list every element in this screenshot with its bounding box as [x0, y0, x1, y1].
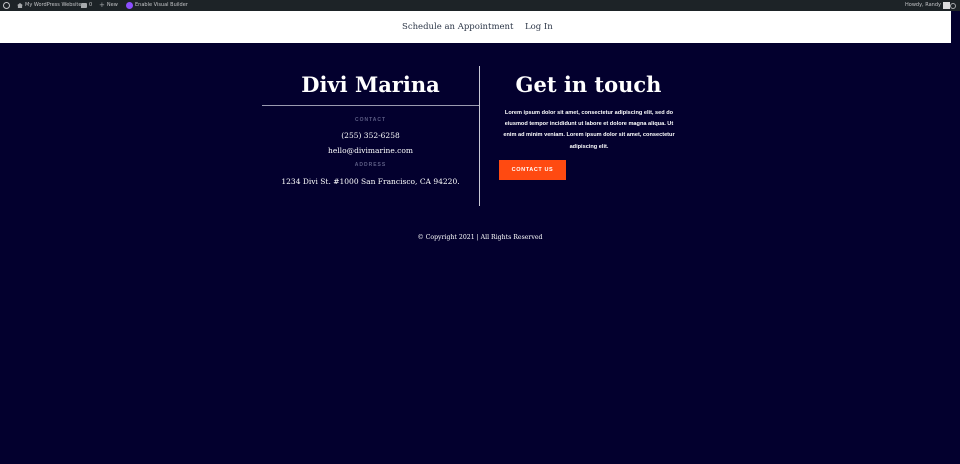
search-icon [950, 2, 956, 9]
wordpress-icon [3, 2, 10, 9]
wp-logo-menu[interactable] [3, 0, 10, 11]
visual-builder-label: Enable Visual Builder [135, 2, 188, 8]
street-address: 1234 Divi St. #1000 San Francisco, CA 94… [281, 177, 460, 186]
address-label: ADDRESS [354, 162, 387, 168]
copyright-text: © Copyright 2021 | All Rights Reserved [417, 234, 543, 241]
comments-count: 0 [89, 2, 93, 8]
admin-bar: My WordPress Website 0 + New Enable Visu… [0, 0, 960, 11]
visual-builder-link[interactable]: Enable Visual Builder [126, 0, 188, 11]
email-address[interactable]: hello@divimarine.com [262, 146, 479, 155]
plus-icon: + [99, 1, 105, 9]
get-in-touch-title: Get in touch [515, 72, 662, 97]
phone-number[interactable]: (255) 352-6258 [262, 131, 479, 140]
howdy-label: Howdy, Randy [905, 2, 941, 8]
brand-title: Divi Marina [301, 72, 440, 97]
new-label: New [106, 2, 118, 8]
nav-schedule-appointment[interactable]: Schedule an Appointment [402, 11, 513, 43]
site-name-label: My WordPress Website [25, 2, 82, 8]
divi-icon [126, 2, 133, 9]
site-name-menu[interactable]: My WordPress Website [17, 0, 81, 11]
new-content-menu[interactable]: + New [99, 0, 118, 11]
get-in-touch-text: Lorem ipsum dolor sit amet, consectetur … [503, 110, 675, 150]
comment-icon [81, 3, 87, 8]
nav-log-in[interactable]: Log In [525, 11, 553, 43]
column-divider [479, 66, 480, 206]
admin-search[interactable] [950, 0, 956, 11]
site-header: Schedule an Appointment Log In [0, 11, 951, 43]
my-account-menu[interactable]: Howdy, Randy [905, 0, 950, 11]
comments-menu[interactable]: 0 [81, 0, 92, 11]
home-icon [17, 3, 23, 8]
avatar [942, 2, 950, 9]
contact-label: CONTACT [354, 117, 387, 123]
brand-divider [262, 105, 479, 106]
contact-us-button[interactable]: CONTACT US [499, 160, 566, 180]
